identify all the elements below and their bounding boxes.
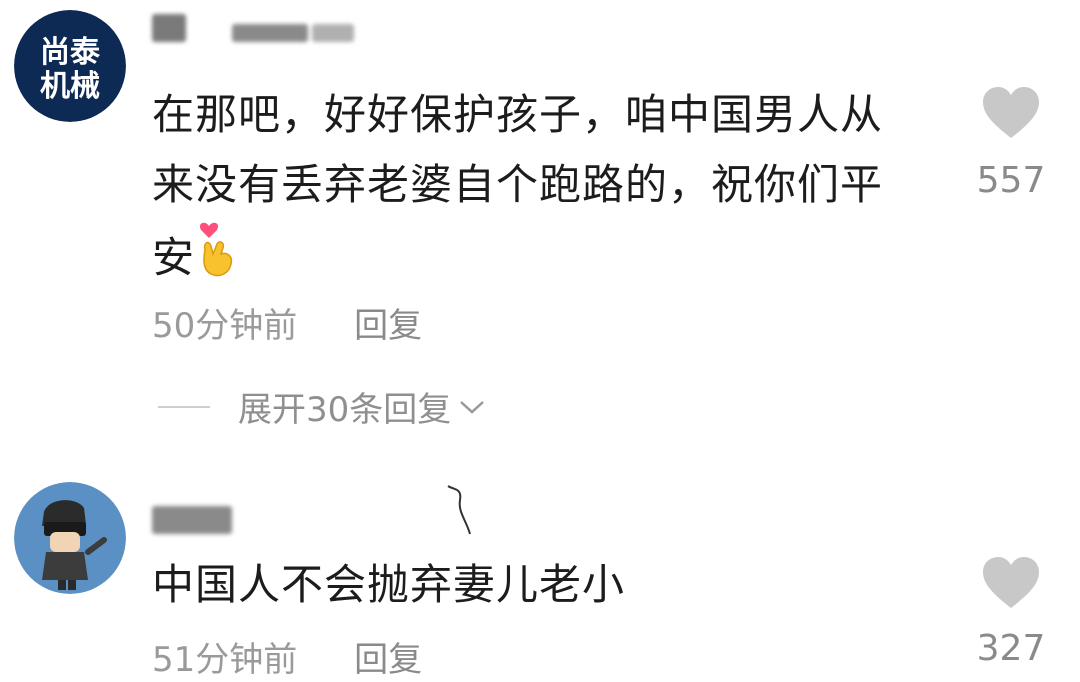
comment-text-line: 来没有丢弃老婆自个跑路的，祝你们平 [152,160,884,209]
username-redacted[interactable] [152,506,242,536]
finger-heart-emoji [199,222,233,277]
comment-text: 中国人不会抛弃妻儿老小 [152,550,942,620]
comment-meta: 51分钟前 回复 [152,632,422,681]
avatar[interactable]: 尚泰 机械 [14,10,126,122]
comment-text-line: 在那吧，好好保护孩子，咱中国男人从 [152,90,884,139]
comment-text-line: 中国人不会抛弃妻儿老小 [152,560,626,609]
avatar[interactable] [14,482,126,594]
heart-icon [983,557,1039,608]
timestamp: 50分钟前 [152,306,298,346]
avatar-brand-text-top: 尚泰 [40,35,101,70]
chevron-down-icon [460,400,485,414]
like-count: 557 [976,160,1046,201]
expand-replies-label: 展开30条回复 [238,390,452,430]
timestamp: 51分钟前 [152,640,298,680]
comment-item-1: 尚泰 机械 在那吧，好好保护孩子，咱中国男人从 来没有丢弃老婆自个跑路的，祝你们… [0,0,1080,360]
divider-line [158,405,210,408]
username-redacted[interactable] [152,12,362,42]
comment-meta: 50分钟前 回复 [152,298,422,347]
comment-text: 在那吧，好好保护孩子，咱中国男人从 来没有丢弃老婆自个跑路的，祝你们平 安 [152,80,942,293]
comment-text-line: 安 [152,220,942,293]
like-button[interactable]: 327 [956,556,1066,669]
like-button[interactable]: 557 [956,86,1066,201]
like-count: 327 [976,628,1046,669]
reply-button[interactable]: 回复 [354,306,422,346]
comment-text-line-3: 安 [152,233,196,282]
avatar-brand-text-bottom: 机械 [40,69,100,104]
heart-icon [983,87,1039,138]
reply-button[interactable]: 回复 [354,640,422,680]
comment-item-2: 中国人不会抛弃妻儿老小 327 51分钟前 回复 [0,476,1080,682]
expand-replies-button[interactable]: 展开30条回复 [158,382,487,431]
